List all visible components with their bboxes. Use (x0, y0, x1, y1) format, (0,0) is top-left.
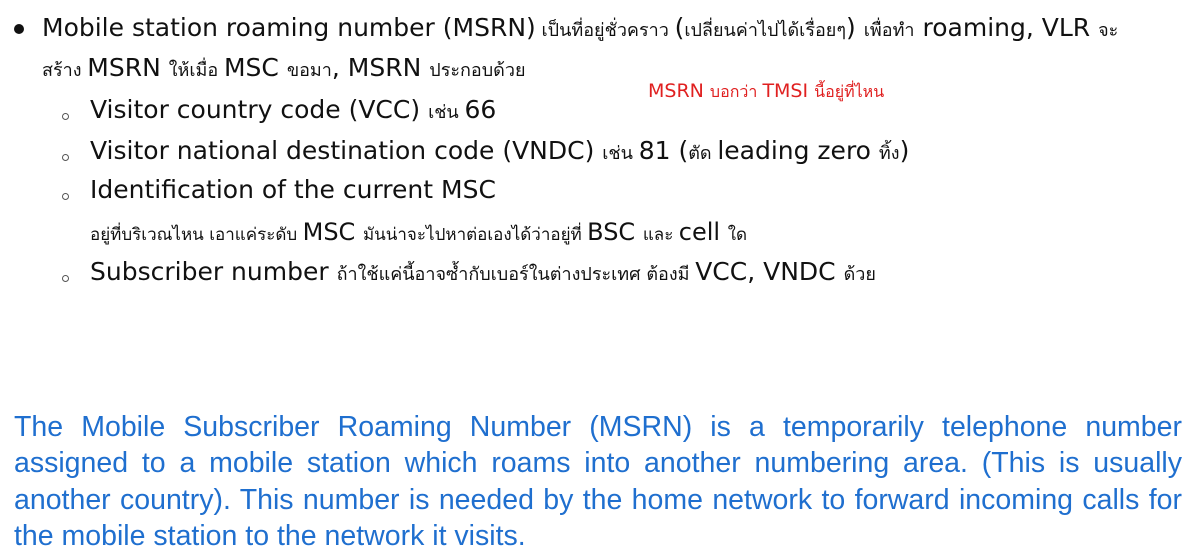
bullet-line1-text-d: roaming, VLR (914, 13, 1099, 42)
bullet-line2-text-b: MSC (223, 53, 287, 82)
sub-item-subscriber-tail: VCC, VNDC (695, 257, 844, 286)
bullet-line1-thai-b: เปลี่ยนค่าไปได้เรื่อยๆ (684, 20, 847, 41)
bullet-line1-thai-c: เพื่อทำ (863, 20, 915, 41)
sub-item-subscriber-main: Subscriber number (90, 257, 337, 286)
bullet-line-1: Mobile station roaming number (MSRN) เป็… (42, 10, 1118, 49)
red-annotation-b: บอกว่า (709, 82, 763, 101)
sub-item-vndc-thai2: ตัด (688, 143, 718, 164)
sub-bullet-icon (62, 113, 69, 120)
sub-bullet-icon (62, 275, 69, 282)
sub-item-msc-main: Identification of the current MSC (90, 175, 496, 204)
sub-item-subscriber-thai2: ด้วย (843, 264, 876, 285)
msc-note-thai-d: ใด (727, 225, 748, 245)
bullet-line2-thai-c: ขอมา (286, 60, 332, 81)
msc-note-thai-a: อยู่ที่บริเวณไหน เอาแค่ระดับ (90, 225, 303, 245)
sub-item-vndc-main: Visitor national destination code (VNDC) (90, 136, 603, 165)
msc-note-text-c: cell (678, 218, 728, 246)
sub-bullet-icon (62, 193, 69, 200)
sub-item-vndc-tail: 81 ( (638, 136, 689, 165)
red-annotation: MSRN บอกว่า TMSI นี้อยู่ที่ไหน (648, 78, 884, 105)
sub-item-text: Subscriber number ถ้าใช้แค่นี้อาจซ้ำกับเ… (90, 254, 876, 293)
bullet-line2-text-c: , MSRN (331, 53, 430, 82)
sub-item-vndc-thai3: ทิ้ง (878, 143, 900, 164)
sub-bullet-icon (62, 154, 69, 161)
sub-item-vcc-thai: เช่น (428, 102, 465, 123)
sub-item-vcc-main: Visitor country code (VCC) (90, 95, 429, 124)
sub-item-vndc-tail2: leading zero (717, 136, 879, 165)
bullet-line-2: สร้าง MSRN ให้เมื่อ MSC ขอมา, MSRN ประกอ… (42, 50, 526, 89)
sub-item-text: Identification of the current MSC (90, 172, 496, 208)
bullet-dot-icon (14, 24, 24, 34)
bullet-line2-thai-b: ให้เมื่อ (168, 60, 224, 81)
red-annotation-d: นี้อยู่ที่ไหน (814, 82, 885, 101)
sub-item-vndc-thai: เช่น (602, 143, 639, 164)
sub-item-text: Visitor country code (VCC) เช่น 66 (90, 92, 496, 131)
bullet-line1-text-a: Mobile station roaming number (MSRN) (42, 13, 536, 42)
bullet-line2-thai-a: สร้าง (42, 60, 88, 81)
sub-item-vcc-tail: 66 (464, 95, 497, 124)
document-page: Mobile station roaming number (MSRN) เป็… (0, 0, 1202, 552)
msc-note-text-b: BSC (587, 218, 643, 246)
bullet-line1-text-c: ) (846, 13, 864, 42)
sub-item-subscriber-thai: ถ้าใช้แค่นี้อาจซ้ำกับเบอร์ในต่างประเทศ ต… (336, 264, 696, 285)
bullet-line2-text-a: MSRN (87, 53, 169, 82)
red-annotation-a: MSRN (648, 80, 710, 102)
bullet-line1-text-b: ( (674, 13, 685, 42)
sub-item-text: Visitor national destination code (VNDC)… (90, 133, 909, 172)
msc-note-thai-b: มันน่าจะไปหาต่อเองได้ว่าอยู่ที่ (362, 225, 588, 245)
english-definition-paragraph: The Mobile Subscriber Roaming Number (MS… (14, 410, 1182, 553)
msc-note-thai-c: และ (642, 225, 679, 245)
msc-note: อยู่ที่บริเวณไหน เอาแค่ระดับ MSC มันน่าจ… (90, 215, 747, 252)
bullet-line1-thai-d: จะ (1098, 20, 1119, 41)
bullet-line1-thai-a: เป็นที่อยู่ชั่วคราว (535, 20, 675, 41)
bullet-line2-thai-d: ประกอบด้วย (429, 60, 526, 81)
red-annotation-c: TMSI (762, 80, 815, 102)
sub-item-vndc-tail3: ) (899, 136, 910, 165)
msc-note-text-a: MSC (302, 218, 363, 246)
